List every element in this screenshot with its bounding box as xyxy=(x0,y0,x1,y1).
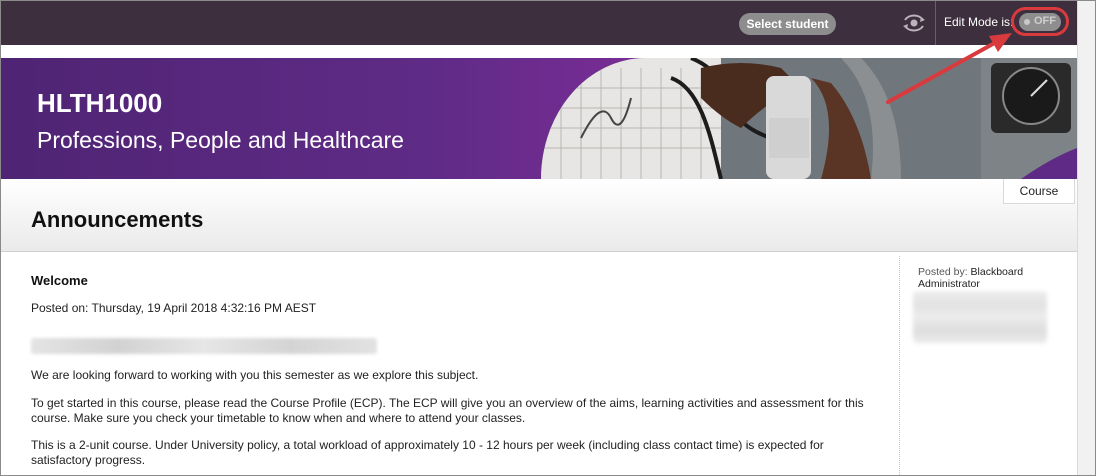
redacted-text xyxy=(31,338,377,354)
toolbar-divider xyxy=(935,1,936,45)
eye-refresh-icon xyxy=(903,14,925,32)
posted-by: Posted by: Blackboard Administrator xyxy=(918,266,1038,290)
edit-mode-label: Edit Mode is: xyxy=(944,15,1014,29)
announcement-posted-on: Posted on: Thursday, 19 April 2018 4:32:… xyxy=(31,301,317,315)
announcement-paragraph: We are looking forward to working with y… xyxy=(31,368,479,382)
redacted-author-details xyxy=(913,291,1047,343)
student-preview-button[interactable] xyxy=(901,12,927,34)
course-banner: HLTH1000 Professions, People and Healthc… xyxy=(1,58,1077,179)
sidebar-divider xyxy=(899,256,900,475)
announcement-content: Welcome Posted on: Thursday, 19 April 20… xyxy=(1,252,1077,475)
tab-course[interactable]: Course xyxy=(1003,179,1075,204)
page-title: Announcements xyxy=(31,207,204,232)
page-heading-band: Announcements xyxy=(1,179,1077,252)
select-student-button[interactable]: Select student xyxy=(739,13,836,35)
top-toolbar: Select student Edit Mode is: OFF xyxy=(1,1,1077,45)
announcement-paragraph: To get started in this course, please re… xyxy=(31,396,864,425)
course-name: Professions, People and Healthcare xyxy=(37,127,404,153)
course-code: HLTH1000 xyxy=(37,88,163,118)
announcement-paragraph: This is a 2-unit course. Under Universit… xyxy=(31,438,824,467)
posted-by-label: Posted by: xyxy=(918,266,968,278)
announcement-title: Welcome xyxy=(31,273,88,288)
app-window: Select student Edit Mode is: OFF HLTH100… xyxy=(0,0,1096,476)
healthcare-photo-image xyxy=(541,58,1077,179)
banner-photo xyxy=(541,58,1077,179)
highlight-circle xyxy=(1011,7,1069,36)
scrollbar-gutter[interactable] xyxy=(1077,1,1095,475)
